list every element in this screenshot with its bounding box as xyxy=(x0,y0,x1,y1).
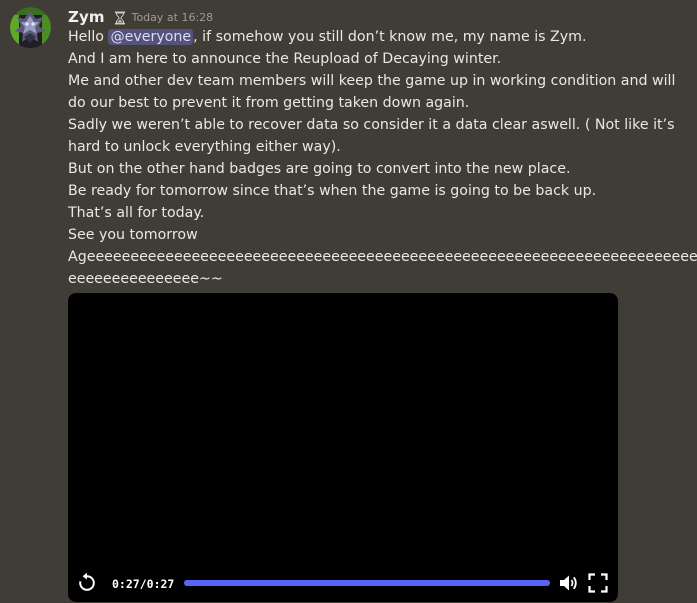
avatar-image xyxy=(10,7,51,48)
message-line: Me and other dev team members will keep … xyxy=(68,73,676,89)
duration: 0:27 xyxy=(146,577,175,591)
volume-icon[interactable] xyxy=(558,572,580,594)
time-separator: / xyxy=(139,577,147,591)
progress-fill xyxy=(184,580,550,586)
message-line: eeeeeeeeeeeeeee~~ xyxy=(68,271,223,287)
message-text: , if somehow you still don’t know me, my… xyxy=(193,29,587,45)
message-line: That’s all for today. xyxy=(68,205,205,221)
message-line: hard to unlock everything either way). xyxy=(68,139,341,155)
message-line: do our best to prevent it from getting t… xyxy=(68,95,470,111)
video-time: 0:27/0:27 xyxy=(112,577,174,591)
progress-bar[interactable] xyxy=(184,580,550,586)
hourglass-icon[interactable] xyxy=(114,10,126,25)
video-player[interactable]: 0:27/0:27 xyxy=(68,293,618,602)
message-line: Ageeeeeeeeeeeeeeeeeeeeeeeeeeeeeeeeeeeeee… xyxy=(68,249,697,265)
current-time: 0:27 xyxy=(112,577,140,591)
avatar[interactable] xyxy=(10,7,51,48)
message-line: Sadly we weren’t able to recover data so… xyxy=(68,117,675,133)
message-text: Hello xyxy=(68,29,109,45)
message-line: Hello @everyone, if somehow you still do… xyxy=(68,26,668,48)
message-header: Zym Today at 16:28 xyxy=(68,6,213,28)
message-timestamp[interactable]: Today at 16:28 xyxy=(132,11,214,24)
fullscreen-icon[interactable] xyxy=(587,572,609,594)
everyone-mention[interactable]: @everyone xyxy=(108,29,194,45)
chat-message: Zym Today at 16:28 Hello @everyone, if s… xyxy=(0,0,697,603)
message-line: See you tomorrow xyxy=(68,227,198,243)
username[interactable]: Zym xyxy=(68,8,105,26)
message-line: And I am here to announce the Reupload o… xyxy=(68,51,502,67)
video-controls: 0:27/0:27 xyxy=(68,568,618,602)
message-line: Be ready for tomorrow since that’s when … xyxy=(68,183,597,199)
replay-icon[interactable] xyxy=(76,572,98,594)
message-line: But on the other hand badges are going t… xyxy=(68,161,571,177)
message-content: Hello @everyone, if somehow you still do… xyxy=(68,26,697,290)
